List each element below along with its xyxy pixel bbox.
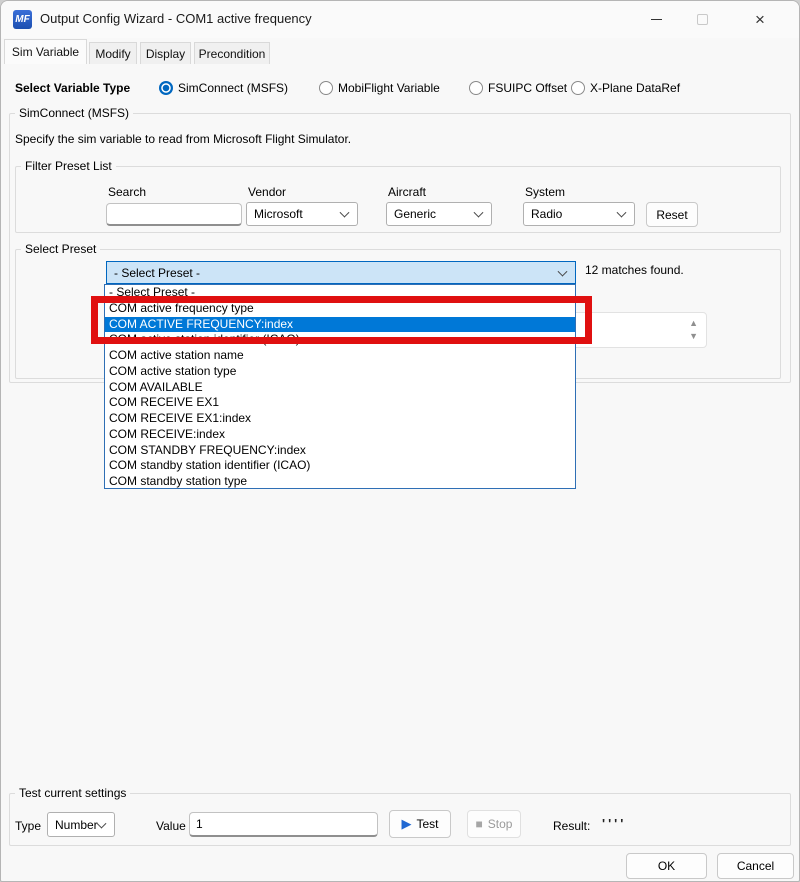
- chevron-down-icon: [617, 208, 627, 218]
- maximize-icon: [697, 14, 708, 25]
- preset-list-item[interactable]: COM RECEIVE EX1: [105, 395, 575, 411]
- aircraft-select[interactable]: Generic: [386, 202, 492, 226]
- tab-modify[interactable]: Modify: [89, 42, 137, 64]
- chevron-down-icon: [340, 208, 350, 218]
- matches-found-text: 12 matches found.: [585, 263, 684, 277]
- test-settings-group-title: Test current settings: [15, 786, 130, 800]
- value-input[interactable]: [189, 812, 378, 837]
- aircraft-value: Generic: [394, 207, 436, 221]
- stop-icon: ■: [476, 817, 483, 831]
- stop-button-label: Stop: [488, 817, 513, 831]
- radio-fsuipc-offset[interactable]: [469, 81, 483, 95]
- system-value: Radio: [531, 207, 562, 221]
- preset-list-item[interactable]: COM active station type: [105, 364, 575, 380]
- test-button[interactable]: ▶ Test: [389, 810, 451, 838]
- search-label: Search: [108, 185, 146, 199]
- filter-preset-group-title: Filter Preset List: [21, 159, 116, 173]
- system-select[interactable]: Radio: [523, 202, 635, 226]
- type-select[interactable]: Number: [47, 812, 115, 837]
- chevron-down-icon: [97, 818, 107, 828]
- select-preset-group-title: Select Preset: [21, 242, 100, 256]
- preset-list-item[interactable]: COM RECEIVE EX1:index: [105, 411, 575, 427]
- radio-xplane-dataref-label[interactable]: X-Plane DataRef: [590, 81, 680, 95]
- radio-simconnect[interactable]: [159, 81, 173, 95]
- radio-fsuipc-offset-label[interactable]: FSUIPC Offset: [488, 81, 567, 95]
- titlebar[interactable]: MF Output Config Wizard - COM1 active fr…: [1, 1, 799, 38]
- type-label: Type: [15, 819, 41, 833]
- preset-list-item[interactable]: COM standby station identifier (ICAO): [105, 458, 575, 474]
- simconnect-group-title: SimConnect (MSFS): [15, 106, 133, 120]
- select-variable-type-label: Select Variable Type: [15, 81, 130, 95]
- spinner-up-icon[interactable]: ▲: [689, 319, 698, 328]
- spinner-down-icon[interactable]: ▼: [689, 332, 698, 341]
- preset-list-item[interactable]: COM standby station type: [105, 474, 575, 489]
- play-icon: ▶: [401, 816, 411, 832]
- search-input[interactable]: [106, 203, 242, 226]
- preset-select-value: - Select Preset -: [114, 266, 200, 280]
- cancel-button[interactable]: Cancel: [717, 853, 794, 879]
- ok-button[interactable]: OK: [626, 853, 707, 879]
- radio-mobiflight-variable[interactable]: [319, 81, 333, 95]
- type-value: Number: [55, 818, 98, 832]
- tab-precondition[interactable]: Precondition: [194, 42, 270, 64]
- radio-mobiflight-variable-label[interactable]: MobiFlight Variable: [338, 81, 440, 95]
- radio-simconnect-label[interactable]: SimConnect (MSFS): [178, 81, 288, 95]
- radio-xplane-dataref[interactable]: [571, 81, 585, 95]
- close-button[interactable]: ×: [737, 1, 783, 38]
- reset-button[interactable]: Reset: [646, 202, 698, 227]
- window-title: Output Config Wizard - COM1 active frequ…: [40, 11, 312, 26]
- result-value: '''': [602, 816, 626, 831]
- result-label: Result:: [553, 819, 590, 833]
- tab-strip: Sim Variable Modify Display Precondition: [1, 39, 799, 64]
- simconnect-description: Specify the sim variable to read from Mi…: [15, 132, 351, 146]
- chevron-down-icon: [558, 266, 568, 276]
- app-logo-icon: MF: [13, 10, 32, 29]
- tab-sim-variable[interactable]: Sim Variable: [4, 39, 87, 64]
- preset-select[interactable]: - Select Preset -: [106, 261, 576, 284]
- minimize-icon: [651, 19, 662, 20]
- tab-display[interactable]: Display: [140, 42, 191, 64]
- vendor-select[interactable]: Microsoft: [246, 202, 358, 226]
- preset-list-item[interactable]: COM RECEIVE:index: [105, 427, 575, 443]
- preset-list-item[interactable]: COM active station name: [105, 348, 575, 364]
- preset-list-item[interactable]: COM STANDBY FREQUENCY:index: [105, 443, 575, 459]
- vendor-label: Vendor: [248, 185, 286, 199]
- chevron-down-icon: [474, 208, 484, 218]
- value-label: Value: [156, 819, 186, 833]
- vendor-value: Microsoft: [254, 207, 303, 221]
- preset-list-item[interactable]: COM AVAILABLE: [105, 380, 575, 396]
- maximize-button: [679, 1, 725, 38]
- test-button-label: Test: [416, 817, 438, 831]
- system-label: System: [525, 185, 565, 199]
- minimize-button[interactable]: [633, 1, 679, 38]
- annotation-red-box: [91, 296, 592, 344]
- close-icon: ×: [755, 11, 765, 28]
- stop-button: ■ Stop: [467, 810, 521, 838]
- output-config-wizard-window: MF Output Config Wizard - COM1 active fr…: [0, 0, 800, 882]
- aircraft-label: Aircraft: [388, 185, 426, 199]
